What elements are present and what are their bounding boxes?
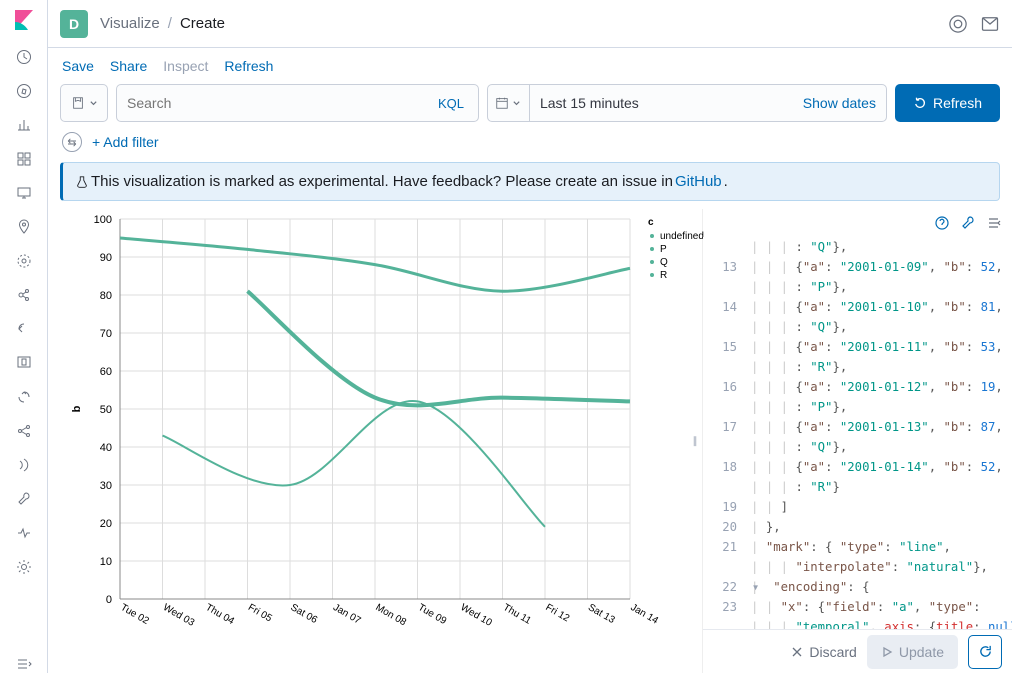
reload-button[interactable]	[968, 635, 1002, 669]
svg-text:Jan 14: Jan 14	[629, 602, 661, 627]
svg-text:40: 40	[100, 442, 112, 454]
svg-text:P: P	[660, 244, 667, 255]
breadcrumb-current: Create	[180, 15, 225, 32]
editor-expand-icon[interactable]	[986, 215, 1002, 231]
nav-siem-icon[interactable]	[15, 422, 33, 440]
search-box[interactable]: KQL	[116, 84, 479, 122]
nav-management-icon[interactable]	[15, 558, 33, 576]
add-filter-link[interactable]: + Add filter	[92, 134, 159, 150]
svg-text:Tue 02: Tue 02	[119, 602, 152, 627]
svg-text:Fri 05: Fri 05	[246, 602, 274, 625]
callout-link[interactable]: GitHub	[675, 173, 722, 190]
refresh-link[interactable]: Refresh	[224, 58, 273, 74]
svg-text:Q: Q	[660, 257, 668, 268]
svg-text:90: 90	[100, 252, 112, 264]
save-link[interactable]: Save	[62, 58, 94, 74]
beaker-icon	[75, 175, 89, 189]
svg-text:20: 20	[100, 518, 112, 530]
show-dates-link[interactable]: Show dates	[803, 95, 886, 111]
update-button: Update	[867, 635, 958, 669]
refresh-button-label: Refresh	[933, 95, 982, 111]
svg-text:0: 0	[106, 594, 112, 606]
svg-text:Fri 12: Fri 12	[544, 602, 572, 625]
timerange-label: Last 15 minutes	[530, 95, 803, 111]
chart-pane: 0 10 20 30 40 50 60 70 80 90 100 Tue 02 Wed 03 Thu 04…	[60, 209, 688, 673]
nav-collapse-icon[interactable]	[15, 655, 33, 673]
svg-text:R: R	[660, 270, 667, 281]
help-icon[interactable]	[948, 14, 968, 34]
inspect-link: Inspect	[163, 58, 208, 74]
svg-text:60: 60	[100, 366, 112, 378]
nav-logs-icon[interactable]	[15, 320, 33, 338]
newsfeed-icon[interactable]	[980, 14, 1000, 34]
nav-maps-icon[interactable]	[15, 218, 33, 236]
nav-dashboard-icon[interactable]	[15, 150, 33, 168]
nav-devtools-icon[interactable]	[15, 490, 33, 508]
code-editor[interactable]: 131415161718192021222324252627 | | | : "…	[703, 237, 1012, 629]
search-input[interactable]	[127, 95, 438, 111]
saved-query-button[interactable]	[60, 84, 108, 122]
editor-settings-icon[interactable]	[960, 215, 976, 231]
top-bar: D Visualize / Create	[48, 0, 1012, 48]
nav-apm-icon[interactable]	[15, 354, 33, 372]
svg-text:Thu 11: Thu 11	[501, 602, 533, 627]
nav-discover-icon[interactable]	[15, 82, 33, 100]
date-picker[interactable]: Last 15 minutes Show dates	[487, 84, 887, 122]
kql-toggle[interactable]: KQL	[438, 96, 468, 111]
svg-text:100: 100	[94, 214, 112, 226]
nav-beats-icon[interactable]	[15, 456, 33, 474]
svg-text:Sat 06: Sat 06	[289, 602, 320, 626]
svg-text:Tue 09: Tue 09	[416, 602, 449, 627]
kibana-logo	[12, 8, 36, 32]
svg-text:Mon 08: Mon 08	[374, 602, 409, 628]
svg-text:70: 70	[100, 328, 112, 340]
experimental-callout: This visualization is marked as experime…	[60, 162, 1000, 201]
nav-visualize-icon[interactable]	[15, 116, 33, 134]
calendar-icon[interactable]	[488, 85, 530, 121]
svg-text:Sat 13: Sat 13	[586, 602, 617, 626]
breadcrumb: Visualize / Create	[100, 15, 225, 32]
nav-ml-icon[interactable]	[15, 252, 33, 270]
filter-options-icon[interactable]: ⇆	[62, 132, 82, 152]
nav-monitoring-icon[interactable]	[15, 524, 33, 542]
svg-text:Jan 07: Jan 07	[331, 602, 363, 627]
nav-rail	[0, 0, 48, 673]
svg-text:b: b	[71, 405, 83, 412]
svg-text:Wed 10: Wed 10	[459, 602, 495, 629]
space-badge[interactable]: D	[60, 10, 88, 38]
discard-button[interactable]: Discard	[791, 644, 856, 660]
svg-text:10: 10	[100, 556, 112, 568]
line-chart: 0 10 20 30 40 50 60 70 80 90 100 Tue 02 Wed 03 Thu 04…	[60, 209, 710, 659]
svg-text:undefined: undefined	[660, 231, 704, 242]
filter-bar: ⇆ + Add filter	[48, 132, 1012, 162]
svg-text:30: 30	[100, 480, 112, 492]
refresh-button[interactable]: Refresh	[895, 84, 1000, 122]
breadcrumb-parent[interactable]: Visualize	[100, 15, 160, 32]
callout-text: This visualization is marked as experime…	[91, 173, 673, 190]
share-link[interactable]: Share	[110, 58, 147, 74]
svg-text:50: 50	[100, 404, 112, 416]
nav-uptime-icon[interactable]	[15, 388, 33, 406]
editor-pane: 131415161718192021222324252627 | | | : "…	[702, 209, 1012, 673]
svg-text:80: 80	[100, 290, 112, 302]
action-bar: Save Share Inspect Refresh	[48, 48, 1012, 84]
query-bar: KQL Last 15 minutes Show dates Refresh	[48, 84, 1012, 132]
nav-canvas-icon[interactable]	[15, 184, 33, 202]
nav-recent-icon[interactable]	[15, 48, 33, 66]
svg-text:Wed 03: Wed 03	[161, 602, 197, 629]
editor-help-icon[interactable]	[934, 215, 950, 231]
svg-text:Thu 04: Thu 04	[204, 602, 237, 627]
nav-infra-icon[interactable]	[15, 286, 33, 304]
svg-text:c: c	[648, 217, 654, 228]
